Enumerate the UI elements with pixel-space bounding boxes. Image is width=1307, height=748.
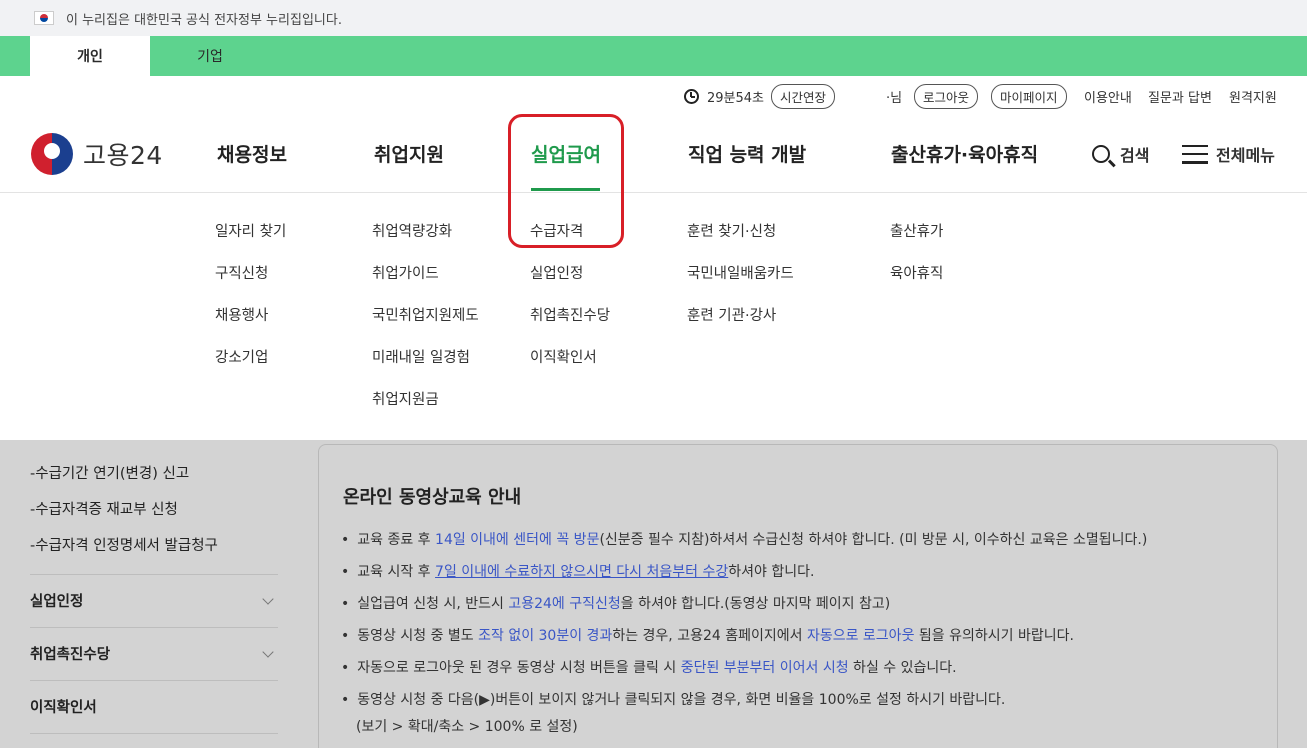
korea-flag-icon xyxy=(34,11,54,25)
sidebar-divider xyxy=(30,733,278,734)
dimmed-page-content: -수급기간 연기(변경) 신고 -수급자격증 재교부 신청 -수급자격 인정명세… xyxy=(0,440,1307,748)
submenu-job-search[interactable]: 일자리 찾기 xyxy=(215,220,286,241)
submenu-training-institution[interactable]: 훈련 기관·강사 xyxy=(687,304,776,325)
remote-support-link[interactable]: 원격지원 xyxy=(1229,87,1277,106)
sidebar-section-recognition[interactable]: 실업인정 xyxy=(30,590,278,611)
active-menu-underline xyxy=(531,188,600,191)
submenu-unemployment-recognition[interactable]: 실업인정 xyxy=(530,262,583,283)
logout-button[interactable]: 로그아웃 xyxy=(914,83,979,109)
highlight-text: 자동으로 로그아웃 xyxy=(806,628,915,644)
submenu-guide[interactable]: 취업가이드 xyxy=(372,262,439,283)
notice-bullet: • 동영상 시청 중 다음(▶)버튼이 보이지 않거나 클릭되지 않을 경우, 화… xyxy=(341,692,1006,708)
panel-title: 온라인 동영상교육 안내 xyxy=(343,487,522,508)
submenu-eligibility[interactable]: 수급자격 xyxy=(530,220,583,241)
sidebar-item-deferral[interactable]: -수급기간 연기(변경) 신고 xyxy=(30,462,189,483)
gnb-job-skills[interactable]: 직업 능력 개발 xyxy=(688,140,806,167)
submenu-small-giant[interactable]: 강소기업 xyxy=(215,346,268,367)
highlight-text: 7일 이내에 수료하지 않으시면 다시 처음부터 수강 xyxy=(435,564,729,580)
submenu-parental-leave[interactable]: 육아휴직 xyxy=(890,262,943,283)
highlight-text: 조작 없이 30분이 경과 xyxy=(478,628,613,644)
highlight-text: 중단된 부분부터 이어서 시청 xyxy=(680,660,849,676)
notice-bullet: • 교육 시작 후 7일 이내에 수료하지 않으시면 다시 처음부터 수강하셔야 … xyxy=(341,564,815,580)
all-menu-label: 전체메뉴 xyxy=(1216,146,1275,165)
help-link[interactable]: 이용안내 xyxy=(1084,87,1132,106)
sidebar-section-certificate[interactable]: 이직확인서 xyxy=(30,696,278,717)
sidebar-divider xyxy=(30,627,278,628)
gnb-unemployment-benefit[interactable]: 실업급여 xyxy=(531,140,601,167)
sidebar-section-label: 이직확인서 xyxy=(30,700,97,716)
all-menu-button[interactable]: 전체메뉴 xyxy=(1182,141,1275,167)
session-timer: 29분54초 xyxy=(684,84,764,108)
clock-icon xyxy=(684,88,699,104)
user-type-tab-bar: 개인 기업 xyxy=(0,36,1307,76)
highlight-text: 14일 이내에 센터에 꼭 방문 xyxy=(435,532,600,548)
sidebar-item-reissue[interactable]: -수급자격증 재교부 신청 xyxy=(30,498,178,519)
search-button[interactable]: 검색 xyxy=(1092,141,1149,167)
session-timer-text: 29분54초 xyxy=(707,90,765,106)
submenu-separation-certificate[interactable]: 이직확인서 xyxy=(530,346,597,367)
submenu-maternity-leave[interactable]: 출산휴가 xyxy=(890,220,943,241)
submenu-training-search[interactable]: 훈련 찾기·신청 xyxy=(687,220,776,241)
notice-bullet-continuation: (보기 > 확대/축소 > 100% 로 설정) xyxy=(356,719,578,735)
user-name-label: ·님 xyxy=(886,90,903,106)
submenu-capacity[interactable]: 취업역량강화 xyxy=(372,220,452,241)
sidebar-divider xyxy=(30,680,278,681)
government-emblem-icon xyxy=(31,133,73,175)
mypage-button[interactable]: 마이페이지 xyxy=(991,83,1067,109)
mega-menu-dropdown: 일자리 찾기 구직신청 채용행사 강소기업 취업역량강화 취업가이드 국민취업지… xyxy=(0,193,1307,440)
hamburger-icon xyxy=(1182,144,1208,164)
gnb-parental-leave[interactable]: 출산휴가·육아휴직 xyxy=(891,140,1038,167)
sidebar-section-label: 취업촉진수당 xyxy=(30,647,111,663)
search-icon xyxy=(1092,145,1110,163)
search-label: 검색 xyxy=(1120,146,1150,165)
chevron-down-icon xyxy=(262,592,274,605)
submenu-job-application[interactable]: 구직신청 xyxy=(215,262,268,283)
notice-bullet: • 동영상 시청 중 별도 조작 없이 30분이 경과하는 경우, 고용24 홈페… xyxy=(341,628,1074,644)
sidebar-divider xyxy=(30,574,278,575)
submenu-subsidy[interactable]: 취업지원금 xyxy=(372,388,439,409)
submenu-learning-card[interactable]: 국민내일배움카드 xyxy=(687,262,794,283)
gnb-jobs[interactable]: 채용정보 xyxy=(217,140,287,167)
notice-bullet: • 자동으로 로그아웃 된 경우 동영상 시청 버튼을 클릭 시 중단된 부분부터… xyxy=(341,660,957,676)
submenu-job-fair[interactable]: 채용행사 xyxy=(215,304,268,325)
notice-bullet: • 실업급여 신청 시, 반드시 고용24에 구직신청을 하셔야 합니다.(동영상… xyxy=(341,596,891,612)
extend-session-button[interactable]: 시간연장 xyxy=(771,83,836,109)
qna-link[interactable]: 질문과 답변 xyxy=(1148,87,1212,106)
logo-text: 고용24 xyxy=(83,141,163,170)
tab-personal[interactable]: 개인 xyxy=(30,36,150,76)
sidebar-section-allowance[interactable]: 취업촉진수당 xyxy=(30,643,278,664)
gov-notice-bar: 이 누리집은 대한민국 공식 전자정부 누리집입니다. xyxy=(0,0,1307,36)
gnb-employment-support[interactable]: 취업지원 xyxy=(374,140,444,167)
chevron-down-icon xyxy=(262,645,274,658)
sidebar-section-label: 실업인정 xyxy=(30,594,84,610)
highlight-text: 고용24에 구직신청 xyxy=(508,596,621,612)
site-logo[interactable]: 고용24 xyxy=(31,133,163,175)
submenu-national-support[interactable]: 국민취업지원제도 xyxy=(372,304,479,325)
notice-bullet: • 교육 종료 후 14일 이내에 센터에 꼭 방문(신분증 필수 지참)하셔서 … xyxy=(341,532,1148,548)
submenu-work-experience[interactable]: 미래내일 일경험 xyxy=(372,346,470,367)
sidebar-item-statement[interactable]: -수급자격 인정명세서 발급청구 xyxy=(30,534,218,555)
submenu-promotion-allowance[interactable]: 취업촉진수당 xyxy=(530,304,610,325)
gov-notice-text: 이 누리집은 대한민국 공식 전자정부 누리집입니다. xyxy=(66,12,342,28)
tab-business[interactable]: 기업 xyxy=(150,36,270,76)
online-education-panel: 온라인 동영상교육 안내 • 교육 종료 후 14일 이내에 센터에 꼭 방문(신… xyxy=(318,444,1278,748)
